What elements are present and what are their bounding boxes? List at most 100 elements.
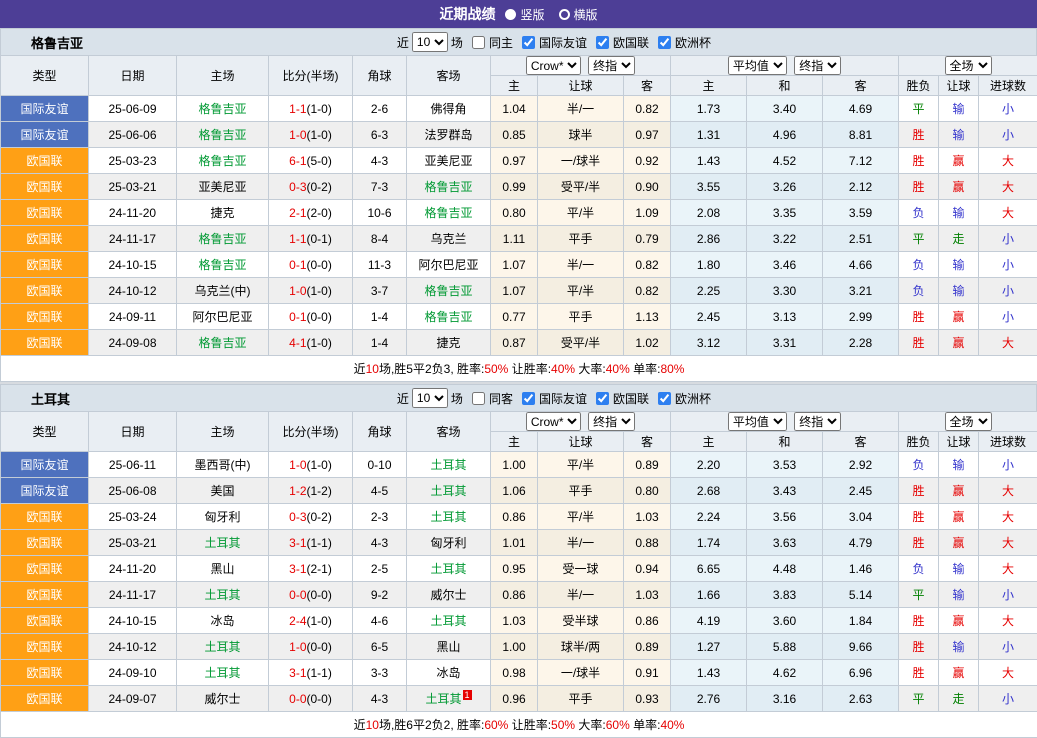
- results-table-turkey: 类型 日期 主场 比分(半场) 角球 客场 Crow* 终指 平均值 终指 全场: [0, 411, 1037, 738]
- bookmaker-select[interactable]: Crow*: [526, 56, 581, 75]
- average-select[interactable]: 平均值: [728, 412, 787, 431]
- handicap-result: 赢: [939, 608, 979, 634]
- home-team: 格鲁吉亚: [177, 226, 269, 252]
- home-team: 匈牙利: [177, 504, 269, 530]
- corner-score: 3-7: [353, 278, 407, 304]
- match-date: 24-09-08: [89, 330, 177, 356]
- match-row: 国际友谊25-06-08美国1-2(1-2)4-5土耳其1.06平手0.802.…: [1, 478, 1037, 504]
- summary-row: 近10场,胜6平2负2, 胜率:60% 让胜率:50% 大率:60% 单率:40…: [1, 712, 1037, 738]
- avg-home-odds: 1.31: [671, 122, 747, 148]
- radio-vertical-layout[interactable]: 竖版: [505, 6, 544, 23]
- team-name: 土耳其: [1, 389, 70, 408]
- home-team: 土耳其: [177, 530, 269, 556]
- col-avg-draw: 和: [747, 432, 823, 452]
- handicap-away-odds: 0.80: [624, 478, 671, 504]
- same-away-checkbox[interactable]: [472, 392, 485, 405]
- fulltime-select[interactable]: 全场: [945, 412, 992, 431]
- same-home-checkbox[interactable]: [472, 36, 485, 49]
- euro-checkbox[interactable]: [658, 36, 671, 49]
- away-team: 匈牙利: [407, 530, 491, 556]
- euro-checkbox[interactable]: [658, 392, 671, 405]
- avg-home-odds: 1.73: [671, 96, 747, 122]
- summary-text: 近10场,胜6平2负2, 胜率:60% 让胜率:50% 大率:60% 单率:40…: [1, 712, 1037, 738]
- match-date: 24-11-17: [89, 582, 177, 608]
- handicap-result: 输: [939, 122, 979, 148]
- home-team: 土耳其: [177, 582, 269, 608]
- corner-score: 4-3: [353, 148, 407, 174]
- goals-result: 大: [979, 530, 1037, 556]
- away-team: 土耳其: [407, 504, 491, 530]
- match-date: 24-09-10: [89, 660, 177, 686]
- final-odds-select-2[interactable]: 终指: [794, 56, 841, 75]
- avg-home-odds: 2.68: [671, 478, 747, 504]
- avg-draw-odds: 3.46: [747, 252, 823, 278]
- handicap-line: 受一球: [538, 556, 624, 582]
- fulltime-select[interactable]: 全场: [945, 56, 992, 75]
- avg-away-odds: 2.51: [823, 226, 899, 252]
- match-result: 平: [899, 226, 939, 252]
- col-score: 比分(半场): [269, 412, 353, 452]
- handicap-result: 赢: [939, 174, 979, 200]
- handicap-result: 赢: [939, 478, 979, 504]
- handicap-home-odds: 1.07: [491, 252, 538, 278]
- avg-draw-odds: 4.52: [747, 148, 823, 174]
- nations-league-checkbox[interactable]: [596, 36, 609, 49]
- avg-draw-odds: 4.62: [747, 660, 823, 686]
- handicap-result: 赢: [939, 330, 979, 356]
- handicap-line: 平手: [538, 478, 624, 504]
- match-row: 国际友谊25-06-11墨西哥(中)1-0(1-0)0-10土耳其1.00平/半…: [1, 452, 1037, 478]
- final-odds-select-2[interactable]: 终指: [794, 412, 841, 431]
- corner-score: 2-5: [353, 556, 407, 582]
- handicap-result: 走: [939, 686, 979, 712]
- match-score: 3-1(1-1): [269, 530, 353, 556]
- goals-result: 大: [979, 608, 1037, 634]
- col-home: 主场: [177, 412, 269, 452]
- handicap-away-odds: 0.97: [624, 122, 671, 148]
- games-count-select[interactable]: 10: [412, 32, 448, 52]
- friendly-checkbox[interactable]: [522, 392, 535, 405]
- radio-unselected-icon[interactable]: [559, 9, 570, 20]
- corner-score: 6-3: [353, 122, 407, 148]
- average-select[interactable]: 平均值: [728, 56, 787, 75]
- col-away: 客场: [407, 56, 491, 96]
- near-label: 近: [397, 34, 409, 51]
- match-score: 1-0(0-0): [269, 634, 353, 660]
- section-header-turkey: 土耳其 近 10 场 同客 国际友谊 欧国联 欧洲杯: [0, 384, 1037, 411]
- match-result: 胜: [899, 148, 939, 174]
- avg-away-odds: 4.69: [823, 96, 899, 122]
- friendly-checkbox[interactable]: [522, 36, 535, 49]
- match-result: 负: [899, 452, 939, 478]
- games-count-select[interactable]: 10: [412, 388, 448, 408]
- final-odds-select-1[interactable]: 终指: [588, 56, 635, 75]
- handicap-away-odds: 1.03: [624, 504, 671, 530]
- radio-horizontal-layout[interactable]: 横版: [559, 6, 598, 23]
- match-row: 欧国联25-03-21亚美尼亚0-3(0-2)7-3格鲁吉亚0.99受平/半0.…: [1, 174, 1037, 200]
- away-team: 黑山: [407, 634, 491, 660]
- avg-away-odds: 4.79: [823, 530, 899, 556]
- away-team: 格鲁吉亚: [407, 174, 491, 200]
- col-odds-handicap: 让球: [538, 76, 624, 96]
- avg-home-odds: 1.43: [671, 660, 747, 686]
- match-date: 24-10-15: [89, 252, 177, 278]
- bookmaker-select[interactable]: Crow*: [526, 412, 581, 431]
- fulltime-select-group: 全场: [899, 56, 1037, 76]
- avg-draw-odds: 4.96: [747, 122, 823, 148]
- goals-result: 小: [979, 686, 1037, 712]
- col-odds-away: 客: [624, 432, 671, 452]
- radio-selected-icon[interactable]: [505, 9, 516, 20]
- col-avg-home: 主: [671, 76, 747, 96]
- avg-home-odds: 1.74: [671, 530, 747, 556]
- handicap-home-odds: 1.00: [491, 452, 538, 478]
- nations-league-checkbox[interactable]: [596, 392, 609, 405]
- avg-away-odds: 3.21: [823, 278, 899, 304]
- handicap-line: 半/一: [538, 252, 624, 278]
- match-result: 胜: [899, 608, 939, 634]
- match-score: 0-0(0-0): [269, 582, 353, 608]
- filter-bar: 近 10 场 同主 国际友谊 欧国联 欧洲杯: [397, 32, 711, 52]
- col-odds-home: 主: [491, 432, 538, 452]
- final-odds-select-1[interactable]: 终指: [588, 412, 635, 431]
- goals-result: 大: [979, 660, 1037, 686]
- filter-bar: 近 10 场 同客 国际友谊 欧国联 欧洲杯: [397, 388, 711, 408]
- competition-badge: 欧国联: [1, 660, 89, 686]
- match-date: 25-03-21: [89, 530, 177, 556]
